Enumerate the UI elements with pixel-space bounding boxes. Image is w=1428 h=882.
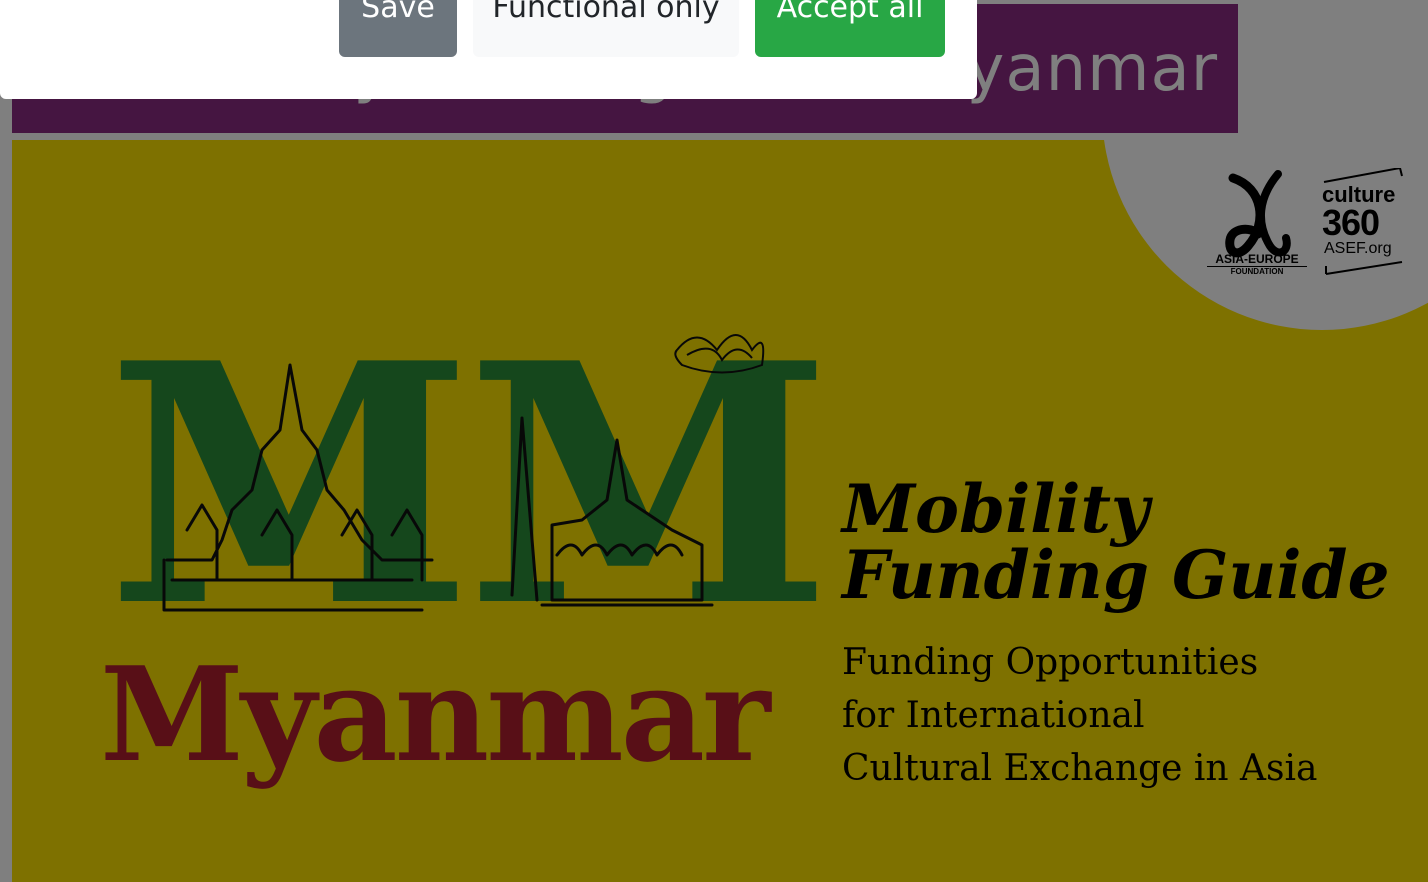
save-button[interactable]: Save <box>339 0 457 57</box>
functional-only-button[interactable]: Functional only <box>473 0 739 57</box>
modal-overlay[interactable] <box>0 0 1428 882</box>
accept-all-button[interactable]: Accept all <box>755 0 945 57</box>
cookie-consent-dialog: Save Functional only Accept all <box>0 0 977 99</box>
